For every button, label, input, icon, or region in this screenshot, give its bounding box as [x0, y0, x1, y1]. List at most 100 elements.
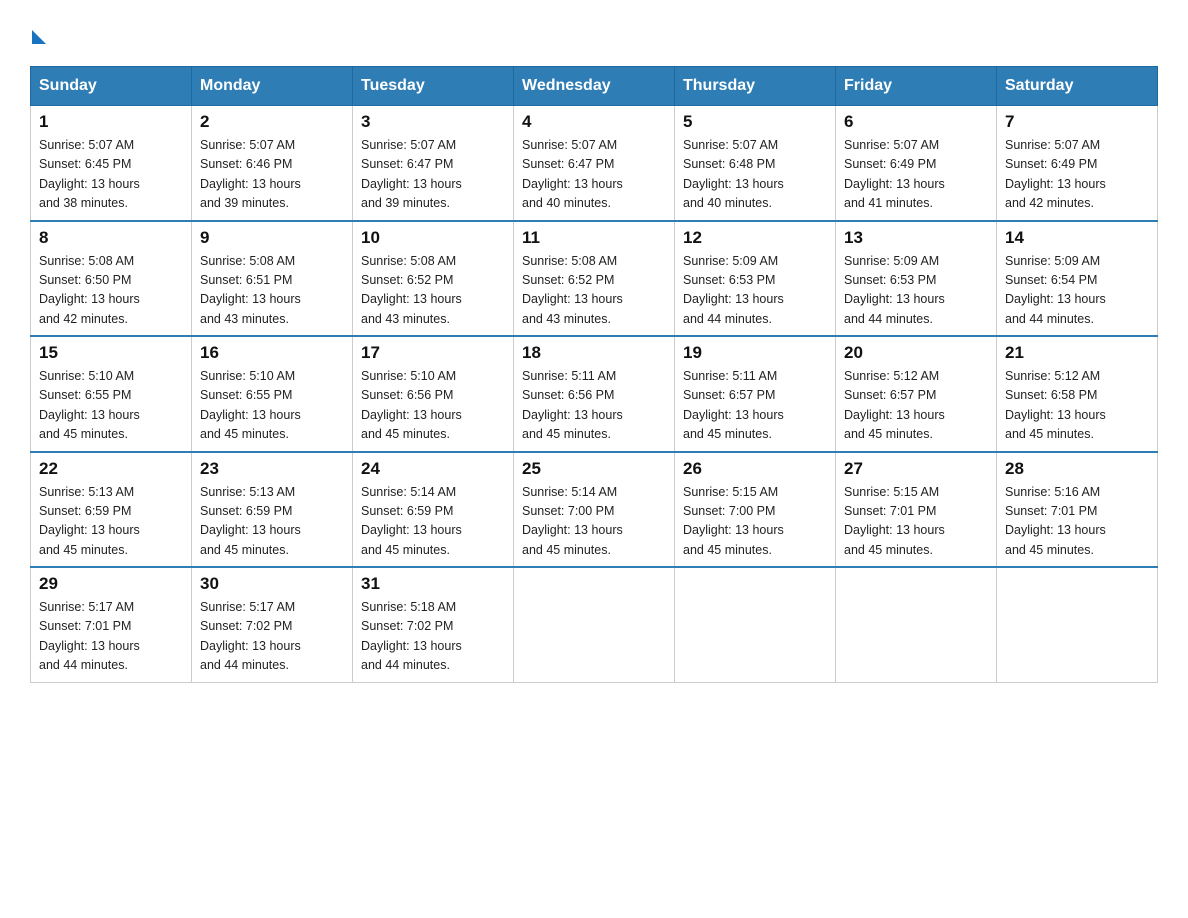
day-number: 6 — [844, 112, 988, 132]
calendar-cell: 14 Sunrise: 5:09 AMSunset: 6:54 PMDaylig… — [997, 221, 1158, 337]
day-number: 28 — [1005, 459, 1149, 479]
day-info: Sunrise: 5:15 AMSunset: 7:00 PMDaylight:… — [683, 485, 784, 557]
calendar-cell — [514, 567, 675, 682]
calendar-cell: 5 Sunrise: 5:07 AMSunset: 6:48 PMDayligh… — [675, 106, 836, 221]
calendar-cell: 1 Sunrise: 5:07 AMSunset: 6:45 PMDayligh… — [31, 106, 192, 221]
day-number: 18 — [522, 343, 666, 363]
day-number: 14 — [1005, 228, 1149, 248]
calendar-week-row: 8 Sunrise: 5:08 AMSunset: 6:50 PMDayligh… — [31, 221, 1158, 337]
weekday-header-wednesday: Wednesday — [514, 67, 675, 106]
day-info: Sunrise: 5:13 AMSunset: 6:59 PMDaylight:… — [39, 485, 140, 557]
calendar-cell: 24 Sunrise: 5:14 AMSunset: 6:59 PMDaylig… — [353, 452, 514, 568]
day-number: 19 — [683, 343, 827, 363]
day-number: 25 — [522, 459, 666, 479]
calendar-cell: 26 Sunrise: 5:15 AMSunset: 7:00 PMDaylig… — [675, 452, 836, 568]
day-number: 9 — [200, 228, 344, 248]
calendar-cell: 29 Sunrise: 5:17 AMSunset: 7:01 PMDaylig… — [31, 567, 192, 682]
calendar-cell: 12 Sunrise: 5:09 AMSunset: 6:53 PMDaylig… — [675, 221, 836, 337]
day-number: 3 — [361, 112, 505, 132]
day-number: 15 — [39, 343, 183, 363]
calendar-cell: 30 Sunrise: 5:17 AMSunset: 7:02 PMDaylig… — [192, 567, 353, 682]
calendar-table: SundayMondayTuesdayWednesdayThursdayFrid… — [30, 66, 1158, 683]
weekday-header-friday: Friday — [836, 67, 997, 106]
day-info: Sunrise: 5:10 AMSunset: 6:56 PMDaylight:… — [361, 369, 462, 441]
calendar-cell: 18 Sunrise: 5:11 AMSunset: 6:56 PMDaylig… — [514, 336, 675, 452]
calendar-week-row: 22 Sunrise: 5:13 AMSunset: 6:59 PMDaylig… — [31, 452, 1158, 568]
calendar-cell: 6 Sunrise: 5:07 AMSunset: 6:49 PMDayligh… — [836, 106, 997, 221]
day-info: Sunrise: 5:07 AMSunset: 6:46 PMDaylight:… — [200, 138, 301, 210]
weekday-header-monday: Monday — [192, 67, 353, 106]
calendar-cell: 19 Sunrise: 5:11 AMSunset: 6:57 PMDaylig… — [675, 336, 836, 452]
calendar-week-row: 15 Sunrise: 5:10 AMSunset: 6:55 PMDaylig… — [31, 336, 1158, 452]
day-number: 27 — [844, 459, 988, 479]
day-info: Sunrise: 5:08 AMSunset: 6:52 PMDaylight:… — [361, 254, 462, 326]
calendar-cell — [675, 567, 836, 682]
day-number: 17 — [361, 343, 505, 363]
page-header — [30, 20, 1158, 46]
day-number: 31 — [361, 574, 505, 594]
calendar-week-row: 29 Sunrise: 5:17 AMSunset: 7:01 PMDaylig… — [31, 567, 1158, 682]
day-info: Sunrise: 5:15 AMSunset: 7:01 PMDaylight:… — [844, 485, 945, 557]
day-number: 4 — [522, 112, 666, 132]
calendar-cell — [836, 567, 997, 682]
day-info: Sunrise: 5:18 AMSunset: 7:02 PMDaylight:… — [361, 600, 462, 672]
day-info: Sunrise: 5:07 AMSunset: 6:47 PMDaylight:… — [522, 138, 623, 210]
day-number: 21 — [1005, 343, 1149, 363]
calendar-cell — [997, 567, 1158, 682]
calendar-cell: 20 Sunrise: 5:12 AMSunset: 6:57 PMDaylig… — [836, 336, 997, 452]
day-number: 29 — [39, 574, 183, 594]
calendar-cell: 9 Sunrise: 5:08 AMSunset: 6:51 PMDayligh… — [192, 221, 353, 337]
day-info: Sunrise: 5:14 AMSunset: 7:00 PMDaylight:… — [522, 485, 623, 557]
calendar-cell: 28 Sunrise: 5:16 AMSunset: 7:01 PMDaylig… — [997, 452, 1158, 568]
calendar-cell: 2 Sunrise: 5:07 AMSunset: 6:46 PMDayligh… — [192, 106, 353, 221]
logo-arrow-icon — [32, 30, 46, 44]
calendar-cell: 10 Sunrise: 5:08 AMSunset: 6:52 PMDaylig… — [353, 221, 514, 337]
day-number: 13 — [844, 228, 988, 248]
day-info: Sunrise: 5:10 AMSunset: 6:55 PMDaylight:… — [200, 369, 301, 441]
calendar-cell: 25 Sunrise: 5:14 AMSunset: 7:00 PMDaylig… — [514, 452, 675, 568]
day-number: 26 — [683, 459, 827, 479]
day-number: 30 — [200, 574, 344, 594]
day-number: 8 — [39, 228, 183, 248]
weekday-header-sunday: Sunday — [31, 67, 192, 106]
calendar-cell: 31 Sunrise: 5:18 AMSunset: 7:02 PMDaylig… — [353, 567, 514, 682]
calendar-cell: 17 Sunrise: 5:10 AMSunset: 6:56 PMDaylig… — [353, 336, 514, 452]
day-info: Sunrise: 5:09 AMSunset: 6:53 PMDaylight:… — [844, 254, 945, 326]
calendar-header-row: SundayMondayTuesdayWednesdayThursdayFrid… — [31, 67, 1158, 106]
day-number: 20 — [844, 343, 988, 363]
day-number: 10 — [361, 228, 505, 248]
day-info: Sunrise: 5:16 AMSunset: 7:01 PMDaylight:… — [1005, 485, 1106, 557]
day-number: 5 — [683, 112, 827, 132]
day-info: Sunrise: 5:07 AMSunset: 6:48 PMDaylight:… — [683, 138, 784, 210]
calendar-cell: 21 Sunrise: 5:12 AMSunset: 6:58 PMDaylig… — [997, 336, 1158, 452]
day-info: Sunrise: 5:13 AMSunset: 6:59 PMDaylight:… — [200, 485, 301, 557]
calendar-cell: 3 Sunrise: 5:07 AMSunset: 6:47 PMDayligh… — [353, 106, 514, 221]
day-number: 12 — [683, 228, 827, 248]
weekday-header-thursday: Thursday — [675, 67, 836, 106]
day-number: 7 — [1005, 112, 1149, 132]
day-info: Sunrise: 5:09 AMSunset: 6:53 PMDaylight:… — [683, 254, 784, 326]
weekday-header-saturday: Saturday — [997, 67, 1158, 106]
day-info: Sunrise: 5:17 AMSunset: 7:01 PMDaylight:… — [39, 600, 140, 672]
weekday-header-tuesday: Tuesday — [353, 67, 514, 106]
day-number: 16 — [200, 343, 344, 363]
day-info: Sunrise: 5:11 AMSunset: 6:57 PMDaylight:… — [683, 369, 784, 441]
calendar-cell: 27 Sunrise: 5:15 AMSunset: 7:01 PMDaylig… — [836, 452, 997, 568]
calendar-cell: 22 Sunrise: 5:13 AMSunset: 6:59 PMDaylig… — [31, 452, 192, 568]
day-info: Sunrise: 5:12 AMSunset: 6:58 PMDaylight:… — [1005, 369, 1106, 441]
day-info: Sunrise: 5:08 AMSunset: 6:52 PMDaylight:… — [522, 254, 623, 326]
day-number: 22 — [39, 459, 183, 479]
calendar-cell: 4 Sunrise: 5:07 AMSunset: 6:47 PMDayligh… — [514, 106, 675, 221]
day-info: Sunrise: 5:12 AMSunset: 6:57 PMDaylight:… — [844, 369, 945, 441]
day-info: Sunrise: 5:07 AMSunset: 6:47 PMDaylight:… — [361, 138, 462, 210]
calendar-week-row: 1 Sunrise: 5:07 AMSunset: 6:45 PMDayligh… — [31, 106, 1158, 221]
day-info: Sunrise: 5:07 AMSunset: 6:45 PMDaylight:… — [39, 138, 140, 210]
day-info: Sunrise: 5:17 AMSunset: 7:02 PMDaylight:… — [200, 600, 301, 672]
day-info: Sunrise: 5:08 AMSunset: 6:50 PMDaylight:… — [39, 254, 140, 326]
day-info: Sunrise: 5:11 AMSunset: 6:56 PMDaylight:… — [522, 369, 623, 441]
day-info: Sunrise: 5:07 AMSunset: 6:49 PMDaylight:… — [844, 138, 945, 210]
calendar-cell: 15 Sunrise: 5:10 AMSunset: 6:55 PMDaylig… — [31, 336, 192, 452]
calendar-cell: 11 Sunrise: 5:08 AMSunset: 6:52 PMDaylig… — [514, 221, 675, 337]
calendar-cell: 8 Sunrise: 5:08 AMSunset: 6:50 PMDayligh… — [31, 221, 192, 337]
day-info: Sunrise: 5:14 AMSunset: 6:59 PMDaylight:… — [361, 485, 462, 557]
